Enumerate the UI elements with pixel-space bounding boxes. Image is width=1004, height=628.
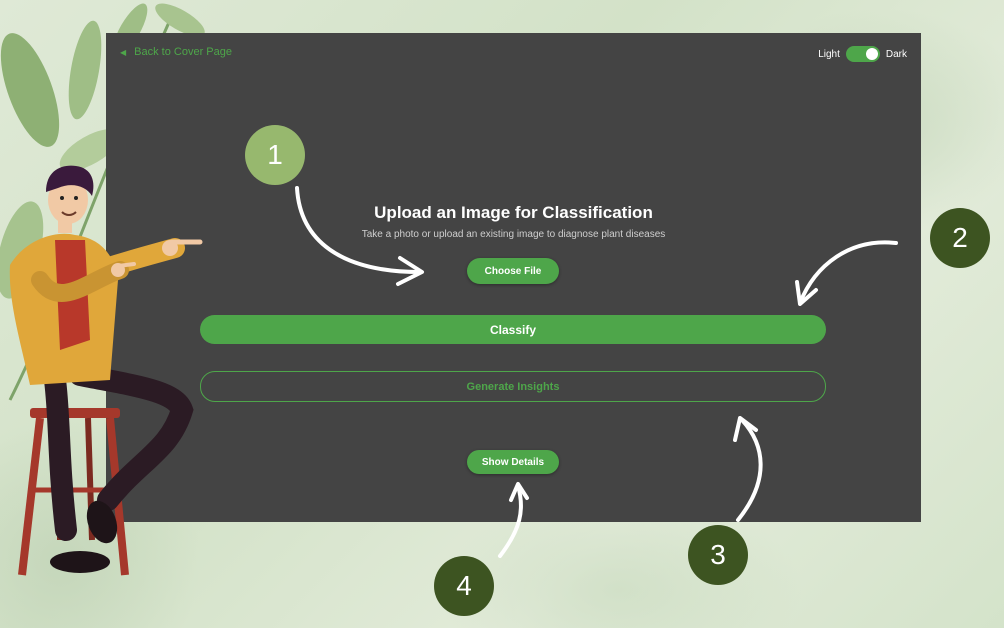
back-link-label: Back to Cover Page [134, 46, 232, 58]
theme-light-label: Light [818, 48, 840, 60]
classify-button[interactable]: Classify [200, 315, 826, 344]
step-marker-2: 2 [930, 208, 990, 268]
step-marker-4: 4 [434, 556, 494, 616]
generate-insights-button[interactable]: Generate Insights [200, 371, 826, 402]
theme-dark-label: Dark [885, 48, 907, 60]
theme-toggle: Light Dark [818, 46, 907, 62]
theme-switch-knob [865, 48, 878, 60]
page-title: Upload an Image for Classification [374, 203, 653, 222]
chevron-left-icon: ◀ [120, 47, 127, 57]
choose-file-button[interactable]: Choose File [467, 258, 559, 284]
back-to-cover-link[interactable]: ◀ Back to Cover Page [120, 46, 232, 58]
step-marker-3: 3 [688, 525, 748, 585]
app-panel: ◀ Back to Cover Page Light Dark Upload a… [106, 33, 921, 522]
step-marker-1: 1 [245, 125, 305, 185]
page-subtitle: Take a photo or upload an existing image… [361, 229, 666, 240]
presenter-illustration [9, 165, 203, 576]
show-details-button[interactable]: Show Details [467, 450, 559, 474]
theme-switch[interactable] [845, 46, 880, 62]
